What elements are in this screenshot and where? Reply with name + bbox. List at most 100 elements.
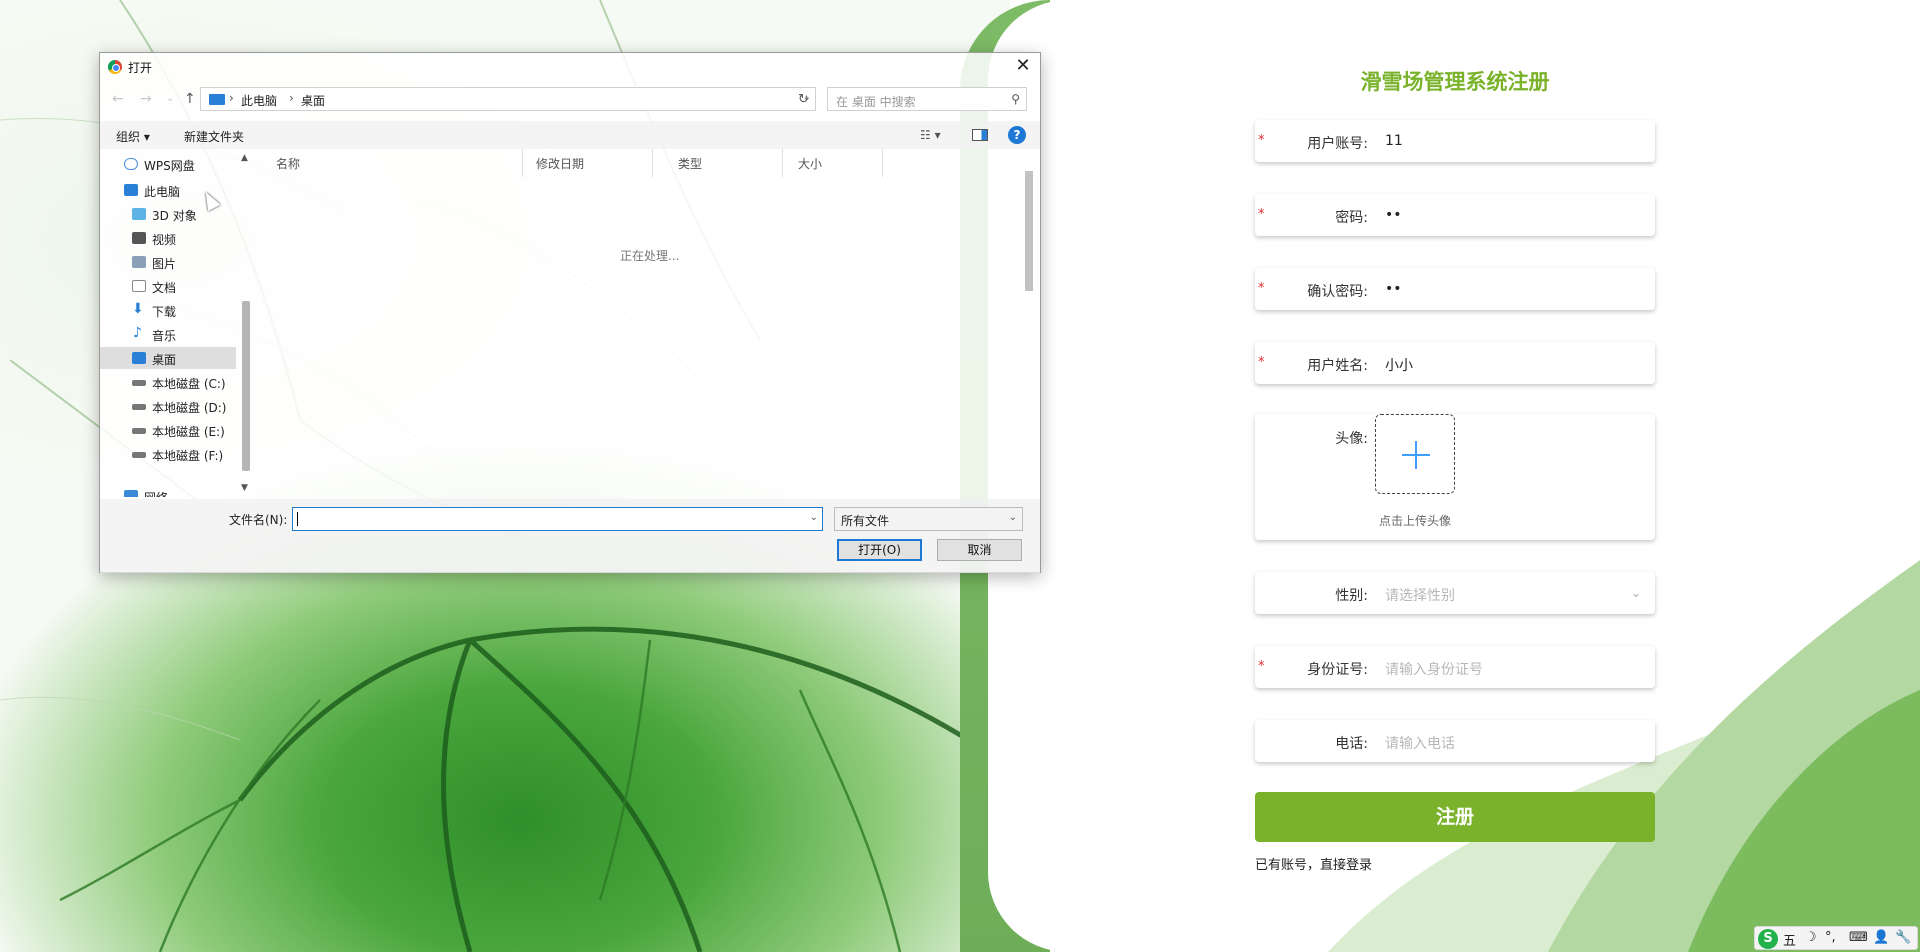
search-input[interactable]: 在 桌面 中搜索 ⚲ [827,87,1027,111]
nav-item-label: 视频 [152,233,177,247]
filename-input[interactable]: ⌄ [292,507,823,531]
nav-item-drive-c[interactable]: 本地磁盘 (C:) [100,371,236,393]
avatar-upload-button[interactable] [1375,414,1455,494]
nav-item-drive-f[interactable]: 本地磁盘 (F:) [100,443,236,465]
nav-item-drive-e[interactable]: 本地磁盘 (E:) [100,419,236,441]
punctuation-icon[interactable]: °, [1825,930,1836,945]
nav-item-label: 文档 [152,281,177,295]
cancel-button[interactable]: 取消 [937,539,1022,561]
avatar-upload-tip: 点击上传头像 [1378,514,1451,528]
phone-field[interactable]: 电话: 请输入电话 [1255,720,1655,762]
nav-item-pictures[interactable]: 图片 [100,251,236,273]
avatar-label: 头像: [1335,431,1368,447]
address-bar[interactable]: › 此电脑 › 桌面 ⌄ [200,87,816,111]
phone-input[interactable]: 请输入电话 [1385,733,1455,753]
file-list[interactable]: 名称 修改日期 类型 大小 正在处理... [268,149,1028,493]
refresh-icon[interactable]: ↻ [798,92,809,107]
preview-pane-icon[interactable] [972,129,988,141]
organize-button[interactable]: 组织 ▾ [116,128,150,145]
processing-status: 正在处理... [620,249,680,263]
keyboard-icon[interactable]: ⌨ [1849,930,1868,945]
column-header-type[interactable]: 类型 [678,155,702,172]
confirm-password-input[interactable]: •• [1385,281,1402,297]
nav-item-label: 本地磁盘 (E:) [152,425,225,439]
nav-item-wps-cloud[interactable]: WPS网盘 [100,153,236,175]
nav-item-music[interactable]: ♪ 音乐 [100,323,236,345]
nav-item-network[interactable]: 网络 [100,485,236,497]
password-field[interactable]: * 密码: •• [1255,194,1655,236]
file-type-value: 所有文件 [841,514,890,528]
ime-toolbar[interactable]: S 五 ☽ °, ⌨ 👤 🔧 [1754,926,1918,950]
back-arrow-icon[interactable]: ← [112,91,124,107]
breadcrumb-desktop[interactable]: 桌面 [301,92,325,109]
nav-scrollbar[interactable]: ▲ ▼ [240,151,252,497]
scrollbar-thumb[interactable] [242,301,250,471]
sogou-logo-icon[interactable]: S [1758,929,1778,949]
forward-arrow-icon[interactable]: → [140,91,152,107]
column-header-date[interactable]: 修改日期 [536,155,584,172]
open-button[interactable]: 打开(O) [837,539,922,561]
scroll-up-icon[interactable]: ▲ [241,153,248,163]
drive-icon [132,428,146,434]
new-folder-button[interactable]: 新建文件夹 [184,128,244,145]
account-input[interactable]: 11 [1385,133,1403,149]
nav-item-label: 桌面 [152,353,177,367]
register-title: 滑雪场管理系统注册 [1360,70,1550,94]
search-placeholder: 在 桌面 中搜索 [836,95,916,109]
dialog-titlebar[interactable]: 打开 ✕ [100,53,1040,81]
name-field[interactable]: * 用户姓名: 小小 [1255,342,1655,384]
text-caret [297,512,298,526]
network-icon [124,490,138,497]
up-arrow-icon[interactable]: ↑ [184,91,196,107]
dialog-toolbar: 组织 ▾ 新建文件夹 ☷ ▾ ? [100,121,1040,149]
nav-item-label: 本地磁盘 (D:) [152,401,227,415]
nav-item-label: 此电脑 [144,185,181,199]
file-list-scrollbar[interactable] [1022,165,1036,495]
chevron-down-icon[interactable]: ⌄ [810,512,818,523]
account-field[interactable]: * 用户账号: 11 [1255,120,1655,162]
nav-item-label: 图片 [152,257,177,271]
nav-item-videos[interactable]: 视频 [100,227,236,249]
drive-icon [132,380,146,386]
moon-icon[interactable]: ☽ [1805,930,1817,945]
wrench-icon[interactable]: 🔧 [1895,930,1911,945]
name-label: 用户姓名: [1307,358,1368,374]
name-input[interactable]: 小小 [1385,355,1413,375]
recent-dropdown-icon[interactable]: ⌄ [166,93,174,104]
login-link[interactable]: 已有账号，直接登录 [1255,854,1372,873]
user-icon[interactable]: 👤 [1873,930,1889,945]
nav-item-label: 本地磁盘 (C:) [152,377,226,391]
scroll-down-icon[interactable]: ▼ [241,483,248,493]
column-divider[interactable] [882,149,883,177]
id-card-field[interactable]: * 身份证号: 请输入身份证号 [1255,646,1655,688]
column-divider[interactable] [652,149,653,177]
ime-mode-toggle[interactable]: 五 [1783,930,1796,949]
account-label: 用户账号: [1307,136,1368,152]
nav-item-drive-d[interactable]: 本地磁盘 (D:) [100,395,236,417]
column-divider[interactable] [782,149,783,177]
nav-item-documents[interactable]: 文档 [100,275,236,297]
id-card-input[interactable]: 请输入身份证号 [1385,659,1483,679]
nav-item-label: 网络 [144,489,168,497]
chevron-down-icon: ⌄ [1630,586,1641,600]
column-header-name[interactable]: 名称 [276,155,300,172]
scrollbar-thumb[interactable] [1025,171,1033,291]
dialog-footer: 文件名(N): ⌄ 所有文件 ⌄ 打开(O) 取消 [100,499,1040,573]
file-type-select[interactable]: 所有文件 ⌄ [834,507,1023,531]
document-icon [132,280,146,292]
gender-select[interactable]: 性别: 请选择性别 ⌄ [1255,572,1655,614]
nav-item-downloads[interactable]: ⬇ 下载 [100,299,236,321]
confirm-password-field[interactable]: * 确认密码: •• [1255,268,1655,310]
column-divider[interactable] [522,149,523,177]
close-icon[interactable]: ✕ [1012,55,1034,77]
gender-placeholder: 请选择性别 [1385,588,1455,604]
nav-item-desktop[interactable]: 桌面 [100,347,236,369]
download-icon: ⬇ [132,301,144,317]
register-button[interactable]: 注册 [1255,792,1655,842]
cloud-icon [124,158,138,170]
view-options-icon[interactable]: ☷ ▾ [920,128,941,142]
breadcrumb-this-pc[interactable]: 此电脑 [241,92,277,109]
password-input[interactable]: •• [1385,207,1402,223]
column-header-size[interactable]: 大小 [798,155,822,172]
help-icon[interactable]: ? [1008,126,1026,144]
